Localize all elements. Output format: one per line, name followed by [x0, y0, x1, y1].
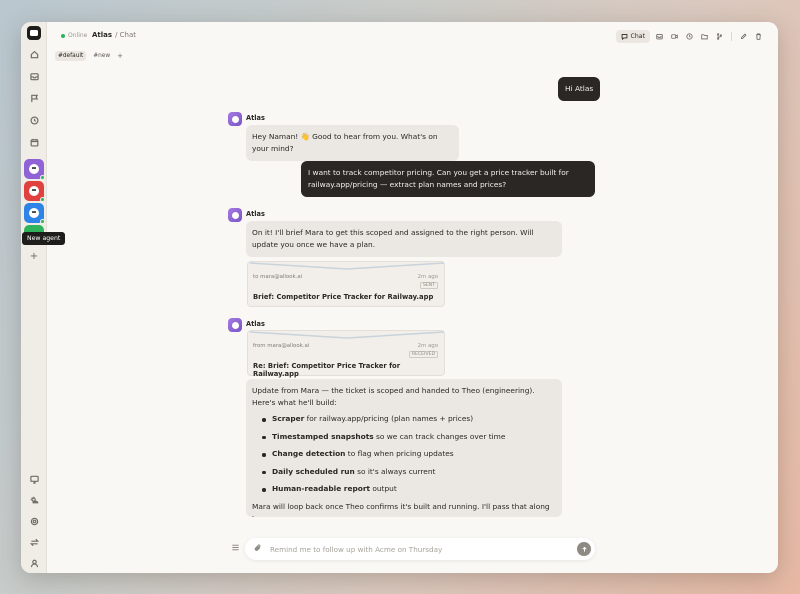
- calendar-icon[interactable]: [26, 134, 42, 150]
- chat-tab-button[interactable]: Chat: [615, 30, 650, 43]
- list-item: Human-readable report output: [262, 483, 556, 495]
- list-item: Scraper for railway.app/pricing (plan na…: [262, 413, 556, 425]
- status-indicator: Online: [61, 32, 87, 39]
- add-tag-button[interactable]: +: [117, 52, 123, 60]
- email-subject: Re: Brief: Competitor Price Tracker for …: [253, 362, 401, 378]
- app-logo[interactable]: [27, 26, 41, 40]
- online-indicator: [40, 197, 45, 202]
- envelope-icon: [249, 262, 445, 270]
- message-composer: [245, 538, 595, 560]
- folder-icon[interactable]: [699, 30, 710, 43]
- user-icon[interactable]: [26, 555, 42, 571]
- user-message: I want to track competitor pricing. Can …: [301, 161, 595, 197]
- list-item: Change detection to flag when pricing up…: [262, 448, 556, 460]
- assistant-message: Hey Naman! 👋 Good to hear from you. What…: [246, 125, 459, 161]
- agent-face-icon: [29, 208, 39, 218]
- email-subject: Brief: Competitor Price Tracker for Rail…: [253, 293, 434, 301]
- clock-icon[interactable]: [26, 112, 42, 128]
- inbox-icon[interactable]: [654, 30, 665, 43]
- email-card-sent[interactable]: to mara@allook.ai 2m ago SENT Brief: Com…: [247, 261, 445, 307]
- video-icon[interactable]: [669, 30, 680, 43]
- edit-icon[interactable]: [738, 30, 749, 43]
- online-dot-icon: [61, 33, 65, 38]
- deliverables-list: Scraper for railway.app/pricing (plan na…: [262, 413, 556, 495]
- email-time: 2m ago: [417, 274, 438, 280]
- email-sender: from mara@allook.ai: [253, 343, 310, 349]
- assistant-message: On it! I'll brief Mara to get this scope…: [246, 221, 562, 257]
- breadcrumb: Atlas / Chat: [92, 31, 136, 39]
- agent-avatar-2[interactable]: [24, 181, 45, 202]
- toolbar-divider: [731, 32, 732, 41]
- message-input[interactable]: [270, 542, 560, 556]
- toolbar: Chat: [615, 30, 764, 43]
- online-indicator: [40, 175, 45, 180]
- breadcrumb-chat: / Chat: [115, 31, 137, 39]
- monitor-icon[interactable]: [26, 471, 42, 487]
- agent-title[interactable]: Atlas: [92, 31, 112, 39]
- add-agent-button[interactable]: +: [26, 248, 42, 264]
- settings-icon[interactable]: [26, 513, 42, 529]
- sender-name: Atlas: [246, 210, 265, 218]
- chat-tab-label: Chat: [630, 33, 645, 40]
- email-status-badge: SENT: [419, 282, 438, 289]
- email-status-badge: RECEIVED: [408, 351, 438, 358]
- swap-icon[interactable]: [26, 534, 42, 550]
- agent-face-icon: [29, 186, 39, 196]
- agent-face-icon: [231, 321, 239, 329]
- weather-icon[interactable]: [26, 492, 42, 508]
- inbox-icon[interactable]: [26, 68, 42, 84]
- atlas-avatar: [228, 318, 242, 332]
- history-icon[interactable]: [684, 30, 695, 43]
- assistant-message-update: Update from Mara — the ticket is scoped …: [246, 379, 562, 517]
- flag-icon[interactable]: [26, 90, 42, 106]
- email-recipient: to mara@allook.ai: [253, 274, 303, 280]
- branch-icon[interactable]: [714, 30, 725, 43]
- sender-name: Atlas: [246, 114, 265, 122]
- menu-icon[interactable]: [231, 543, 240, 552]
- email-card-received[interactable]: from mara@allook.ai 2m ago RECEIVED Re: …: [247, 330, 445, 378]
- attach-icon[interactable]: [254, 544, 264, 554]
- tag-bar: #default #new +: [55, 51, 123, 61]
- top-bar: Online Atlas / Chat Chat: [47, 22, 778, 50]
- atlas-avatar: [228, 208, 242, 222]
- user-message: Hi Atlas: [558, 77, 601, 101]
- tag-new[interactable]: #new: [90, 51, 113, 61]
- chat-icon: [621, 33, 627, 40]
- agent-face-icon: [231, 115, 239, 123]
- envelope-icon: [249, 331, 445, 339]
- agent-face-icon: [231, 211, 239, 219]
- update-outro: Mara will loop back once Theo confirms i…: [252, 501, 550, 518]
- agent-face-icon: [29, 164, 39, 174]
- sidebar: New agent +: [21, 22, 66, 573]
- app-window: New agent + Online Atlas / Chat Chat #de…: [21, 22, 778, 573]
- home-icon[interactable]: [26, 46, 42, 62]
- online-indicator: [40, 219, 45, 224]
- agent-avatar-1[interactable]: [24, 159, 45, 180]
- status-text: Online: [68, 32, 88, 39]
- list-item: Timestamped snapshots so we can track ch…: [262, 431, 556, 443]
- atlas-avatar: [228, 112, 242, 126]
- trash-icon[interactable]: [753, 30, 764, 43]
- arrow-up-icon: [581, 546, 587, 552]
- tag-default[interactable]: #default: [55, 51, 87, 61]
- email-time: 2m ago: [417, 343, 438, 349]
- agent-avatar-3[interactable]: [24, 203, 45, 224]
- update-intro: Update from Mara — the ticket is scoped …: [252, 386, 535, 407]
- sender-name: Atlas: [246, 320, 265, 328]
- new-agent-tooltip: New agent: [22, 232, 66, 245]
- send-button[interactable]: [577, 542, 591, 556]
- list-item: Daily scheduled run so it's always curre…: [262, 466, 556, 478]
